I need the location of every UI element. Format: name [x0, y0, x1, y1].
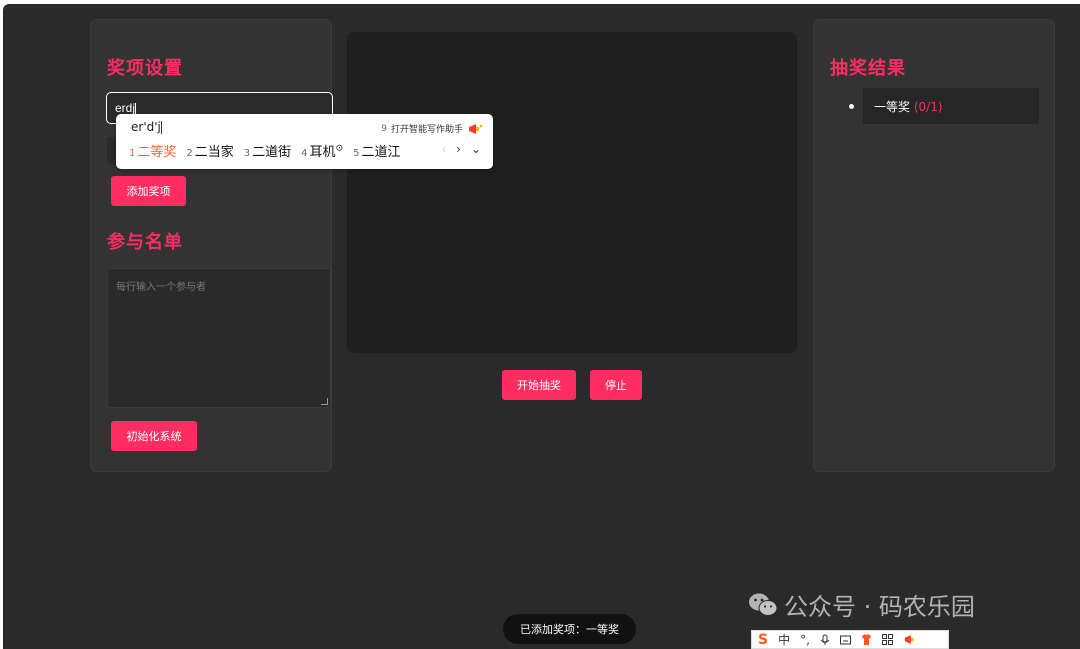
lottery-display [347, 32, 797, 353]
prize-input-value: erdj [115, 101, 136, 115]
wechat-icon [749, 593, 778, 616]
candidate-index: 4 [301, 148, 308, 159]
init-system-button[interactable]: 初始化系统 [111, 421, 197, 451]
keyboard-icon[interactable] [839, 635, 851, 645]
participants-placeholder: 每行输入一个参与者 [116, 282, 206, 293]
candidate-text: 二道江 [361, 145, 401, 160]
stop-button[interactable]: 停止 [590, 370, 642, 400]
result-prize-count: (0/1) [913, 100, 943, 114]
skin-icon[interactable] [861, 634, 872, 645]
settings-panel: 奖项设置 erdj 添加奖项 参与名单 每行输入一个参与者 初始化系统 [90, 19, 333, 472]
participants-title: 参与名单 [107, 232, 183, 253]
ime-toolbar: S 中 °, [751, 630, 949, 649]
watermark: 公众号 · 码农乐园 [748, 587, 975, 622]
expand-chevron-down-icon[interactable]: ⌄ [471, 142, 481, 156]
candidate-text: 二当家 [194, 145, 234, 160]
candidate-index: 5 [353, 148, 360, 159]
ime-mode-toggle[interactable]: 中 [778, 631, 790, 648]
watermark-text: 公众号 · 码农乐园 [784, 593, 975, 621]
toast-message: 已添加奖项：一等奖 [503, 614, 636, 644]
candidate-text: 耳机 [309, 145, 336, 160]
list-item: 一等奖 (0/1) [849, 88, 1039, 124]
results-list: 一等奖 (0/1) [848, 88, 1039, 124]
result-prize-name: 一等奖 [874, 100, 911, 114]
ime-pinyin: er'd'j [131, 120, 162, 134]
candidate-index: 3 [243, 148, 251, 159]
candidate-text: 二等奖 [137, 145, 177, 160]
participants-textarea[interactable]: 每行输入一个参与者 [107, 268, 331, 408]
ime-pinyin-text: er'd'j [131, 120, 161, 134]
ime-candidate-3[interactable]: 3 二道街 [244, 141, 291, 160]
candidate-text: 二道街 [252, 145, 292, 160]
results-panel: 抽奖结果 一等奖 (0/1) [813, 19, 1055, 472]
candidate-index: 2 [186, 148, 193, 159]
punctuation-toggle[interactable]: °, [800, 633, 810, 647]
candidate-index: 1 [129, 148, 136, 159]
bullet-icon [849, 104, 854, 109]
ime-nav: ‹ › ⌄ [441, 142, 481, 156]
ime-candidate-4[interactable]: 4 耳机⊙ [301, 141, 343, 160]
mic-icon[interactable] [820, 634, 830, 646]
grid-menu-icon[interactable] [881, 634, 893, 645]
assistant-megaphone-icon[interactable] [903, 634, 917, 645]
ime-assistant-index: 9 [381, 123, 387, 134]
sogou-logo-icon[interactable]: S [758, 632, 768, 648]
lottery-app: 奖项设置 erdj 添加奖项 参与名单 每行输入一个参与者 初始化系统 开始抽奖… [3, 4, 1080, 649]
ime-assistant-label: 打开智能写作助手 [390, 125, 463, 135]
prize-settings-title: 奖项设置 [107, 58, 183, 79]
start-draw-button[interactable]: 开始抽奖 [502, 370, 576, 400]
add-prize-button[interactable]: 添加奖项 [111, 176, 186, 206]
ime-assistant[interactable]: 9 打开智能写作助手 [381, 122, 483, 135]
ime-candidates: 1 二等奖 2 二当家 3 二道街 4 耳机⊙ 5 二道江 [129, 141, 401, 160]
prev-page-icon[interactable]: ‹ [441, 142, 446, 156]
emoji-marker-icon: ⊙ [335, 143, 344, 154]
ime-caret [160, 121, 162, 134]
ime-candidate-1[interactable]: 1 二等奖 [129, 141, 176, 160]
results-title: 抽奖结果 [830, 58, 906, 79]
ime-candidate-5[interactable]: 5 二道江 [353, 141, 400, 160]
next-page-icon[interactable]: › [456, 142, 461, 156]
ime-candidate-popup: er'd'j 9 打开智能写作助手 1 二等奖 2 二当家 3 二道街 4 耳机⊙ 5二… [116, 114, 493, 169]
megaphone-icon [469, 123, 483, 134]
ime-candidate-2[interactable]: 2 二当家 [186, 141, 233, 160]
resize-grip-icon[interactable] [321, 398, 328, 405]
